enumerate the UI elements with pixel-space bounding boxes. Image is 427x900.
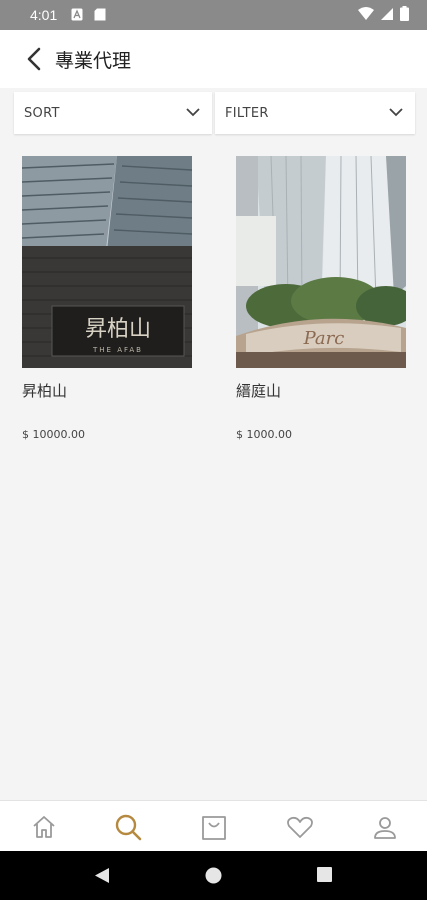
sign-text: 昇柏山	[85, 317, 151, 342]
sort-filter-bar: SORT FILTER	[0, 88, 427, 138]
bottom-navigation	[0, 800, 427, 852]
sign-text: Parc	[303, 328, 345, 349]
home-circle-icon[interactable]	[205, 867, 222, 884]
sd-card-icon	[94, 8, 106, 21]
heart-icon[interactable]	[285, 813, 315, 841]
system-navigation-bar	[0, 851, 427, 900]
product-price: $ 1000.00	[236, 428, 292, 441]
app-bar: 專業代理	[0, 30, 427, 89]
status-time: 4:01	[30, 7, 58, 23]
product-image[interactable]: Parc	[236, 156, 406, 368]
chevron-down-icon	[389, 108, 403, 117]
product-name: 昇柏山	[22, 382, 68, 400]
profile-icon[interactable]	[370, 813, 400, 841]
sort-label: SORT	[24, 106, 60, 121]
battery-icon	[400, 6, 409, 21]
product-price: $ 10000.00	[22, 428, 85, 441]
filter-label: FILTER	[225, 106, 269, 121]
filter-dropdown[interactable]: FILTER	[215, 92, 415, 134]
status-bar: 4:01	[0, 0, 427, 30]
a-notification-icon	[71, 8, 83, 21]
back-triangle-icon[interactable]	[94, 867, 110, 884]
recents-square-icon[interactable]	[317, 867, 332, 882]
signal-icon	[381, 7, 393, 20]
sort-dropdown[interactable]: SORT	[14, 92, 212, 134]
chevron-down-icon	[186, 108, 200, 117]
wifi-icon	[358, 6, 374, 20]
product-image[interactable]: 昇柏山 THE AFAB	[22, 156, 192, 368]
product-name: 縉庭山	[236, 382, 282, 400]
search-icon[interactable]	[114, 813, 144, 841]
back-chevron-icon[interactable]	[22, 46, 48, 72]
sign-subtext: THE AFAB	[92, 346, 143, 354]
shopping-bag-icon[interactable]	[199, 813, 229, 841]
page-title: 專業代理	[55, 50, 132, 72]
home-icon[interactable]	[29, 813, 59, 841]
